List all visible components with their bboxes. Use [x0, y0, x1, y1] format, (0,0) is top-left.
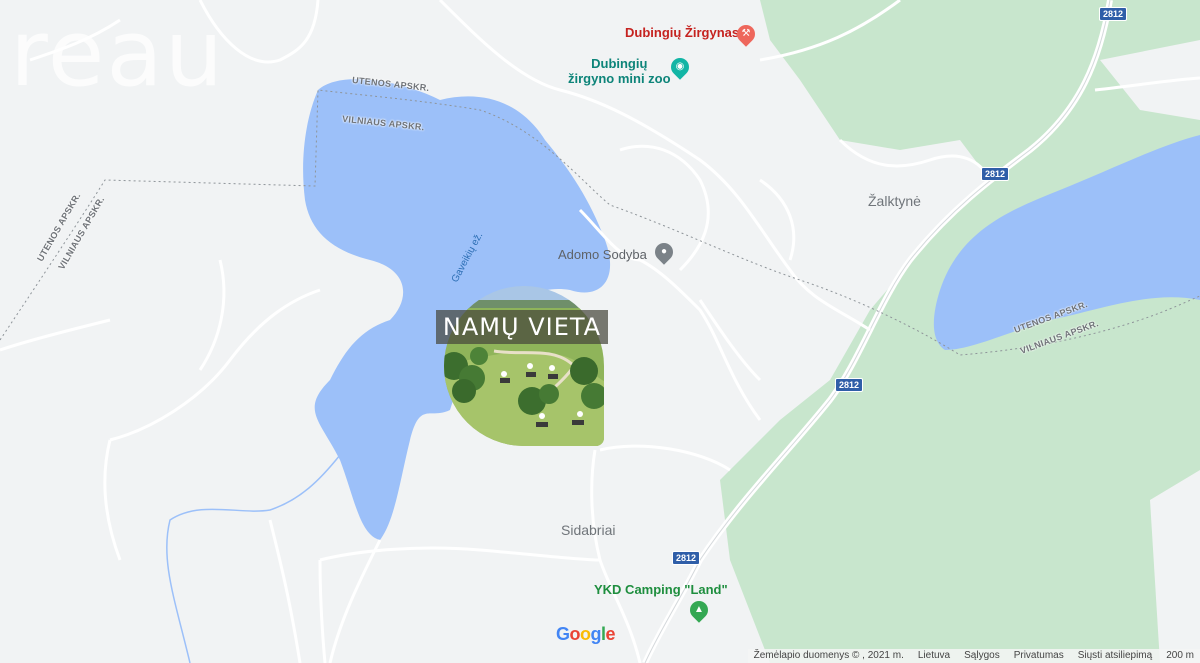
- road-shield-2812: 2812: [672, 551, 701, 565]
- scale-label[interactable]: 200 m: [1166, 649, 1194, 663]
- property-location-badge[interactable]: NAMŲ VIETA: [436, 286, 608, 446]
- map-canvas[interactable]: reau 2812 2812 2812 2812 UTENOS APSKR. V…: [0, 0, 1200, 663]
- marker-pin-camping[interactable]: ▲: [686, 597, 712, 623]
- marker-pin-zoo[interactable]: ◉: [667, 54, 693, 80]
- marker-pin-zirgynas[interactable]: ⚒: [733, 21, 759, 47]
- camera-icon: ◉: [675, 61, 685, 72]
- poi-label-camping[interactable]: YKD Camping "Land": [594, 582, 728, 597]
- poi-label-zoo-line2: žirgyno mini zoo: [568, 71, 671, 86]
- poi-label-sodyba[interactable]: Adomo Sodyba: [558, 247, 647, 262]
- horse-icon: ⚒: [741, 28, 751, 39]
- terms-link[interactable]: Sąlygos: [964, 649, 1000, 663]
- logo-letter: G: [556, 624, 570, 644]
- stream: [166, 454, 341, 663]
- google-logo: Google: [556, 624, 616, 645]
- logo-letter: e: [605, 624, 616, 644]
- marker-pin-sodyba[interactable]: ●: [651, 239, 677, 265]
- poi-label-zirgynas[interactable]: Dubingių Žirgynas: [625, 25, 739, 40]
- privacy-link[interactable]: Privatumas: [1014, 649, 1064, 663]
- poi-label-zoo-line1: Dubingių: [591, 56, 648, 71]
- place-label-sidabriai[interactable]: Sidabriai: [561, 522, 615, 538]
- watermark-logo: reau: [10, 0, 226, 107]
- map-data-attribution[interactable]: Žemėlapio duomenys © , 2021 m.: [754, 649, 904, 663]
- badge-title: NAMŲ VIETA: [436, 310, 608, 344]
- poi-label-zoo[interactable]: Dubingių žirgyno mini zoo: [568, 56, 671, 86]
- feedback-link[interactable]: Siųsti atsiliepimą: [1078, 649, 1152, 663]
- country-link[interactable]: Lietuva: [918, 649, 950, 663]
- tent-icon: ▲: [694, 604, 704, 615]
- attribution-bar: Žemėlapio duomenys © , 2021 m. Lietuva S…: [747, 649, 1200, 663]
- road-shield-2812: 2812: [1099, 7, 1128, 21]
- location-pin-icon: ●: [660, 246, 668, 257]
- road-shield-2812: 2812: [835, 378, 864, 392]
- road-shield-2812: 2812: [981, 167, 1010, 181]
- logo-letter: o: [569, 624, 581, 644]
- logo-letter: g: [590, 624, 602, 644]
- logo-letter: o: [580, 624, 591, 644]
- place-label-zalktyne[interactable]: Žalktynė: [868, 193, 921, 209]
